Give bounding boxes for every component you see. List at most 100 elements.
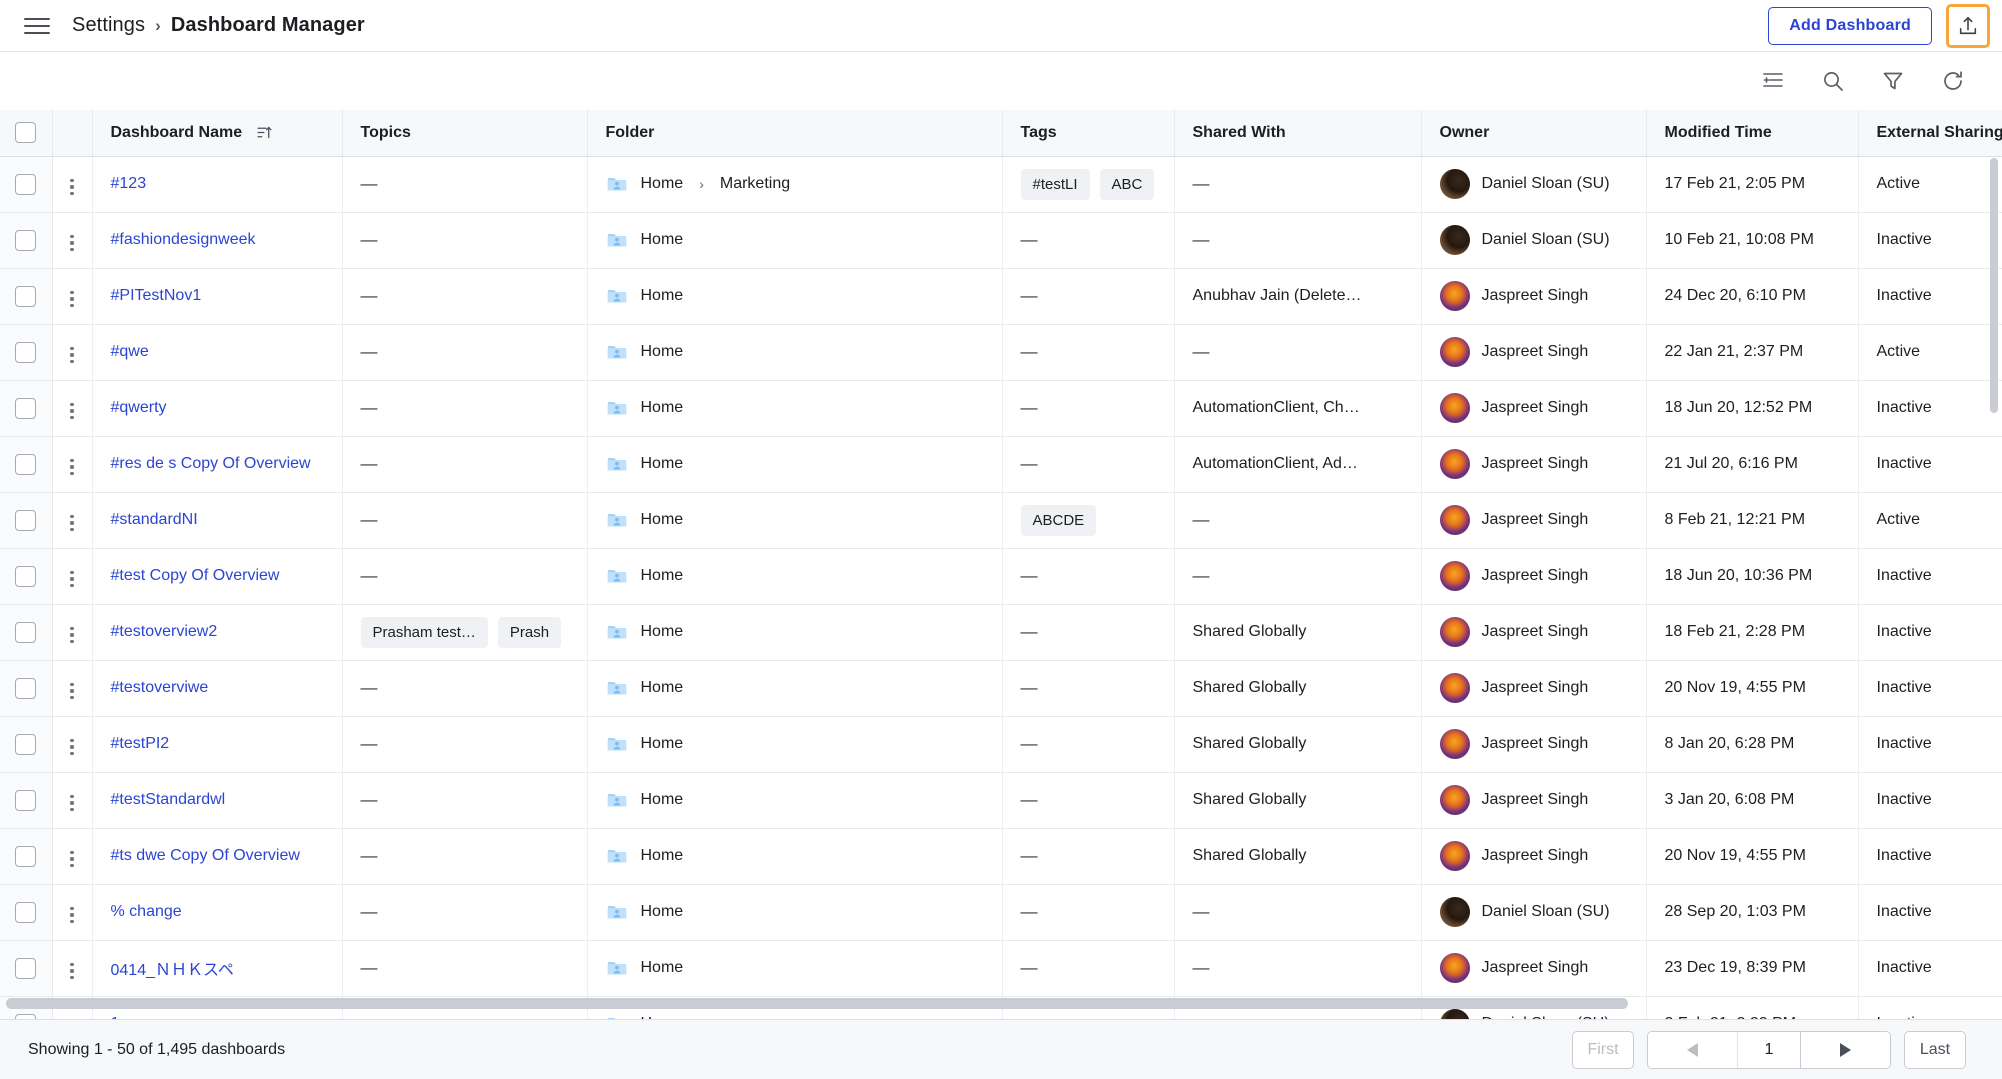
row-checkbox[interactable] (15, 901, 37, 923)
folder-path[interactable]: Home (606, 453, 984, 475)
folder-path[interactable]: Home (606, 341, 984, 363)
table-row[interactable]: #qwe — Home — — Jaspreet Singh 22 Jan 21, 2:3… (0, 324, 2002, 381)
row-menu-icon[interactable] (66, 399, 77, 423)
table-row[interactable]: #qwerty — Home — AutomationClient, Ch… Jaspr… (0, 380, 2002, 437)
filter-icon[interactable] (1880, 68, 1906, 94)
row-checkbox[interactable] (15, 733, 37, 755)
folder-path[interactable]: Home (606, 957, 984, 979)
dashboard-name-link[interactable]: #testPI2 (111, 735, 170, 752)
dashboard-name-link[interactable]: #qwerty (111, 399, 167, 416)
column-header-tags[interactable]: Tags (1002, 110, 1175, 157)
row-checkbox[interactable] (15, 341, 37, 363)
table-row[interactable]: #testoverviwe — Home — Shared Globally Jaspr… (0, 660, 2002, 717)
row-checkbox[interactable] (15, 565, 37, 587)
row-checkbox[interactable] (15, 173, 37, 195)
last-page-button[interactable]: Last (1904, 1030, 1966, 1069)
table-row[interactable]: #res de s Copy Of Overview — Home — Automat… (0, 436, 2002, 493)
column-header-folder[interactable]: Folder (587, 110, 1003, 157)
row-menu-icon[interactable] (66, 791, 77, 815)
table-row[interactable]: #testoverview2 Prasham test… Prash Home — Sh… (0, 604, 2002, 661)
dashboard-name-link[interactable]: #qwe (111, 343, 149, 360)
row-checkbox[interactable] (15, 789, 37, 811)
row-menu-icon[interactable] (66, 455, 77, 479)
horizontal-scrollbar-thumb[interactable] (6, 998, 1628, 1009)
table-row[interactable]: #ts dwe Copy Of Overview — Home — Shared Gl… (0, 828, 2002, 885)
table-row[interactable]: % change — Home — — Daniel Sloan (SU) 28 Sep … (0, 884, 2002, 941)
add-dashboard-button[interactable]: Add Dashboard (1768, 6, 1932, 45)
row-checkbox[interactable] (15, 621, 37, 643)
folder-path[interactable]: Home (606, 789, 984, 811)
first-page-button[interactable]: First (1572, 1030, 1634, 1069)
dashboard-name-link[interactable]: #testoverview2 (111, 623, 218, 640)
hamburger-menu-icon[interactable] (24, 13, 50, 39)
column-header-owner[interactable]: Owner (1421, 110, 1647, 157)
vertical-scrollbar-thumb[interactable] (1990, 158, 1998, 413)
sort-ascending-icon[interactable] (256, 124, 273, 141)
column-header-external-sharing[interactable]: External Sharing (1858, 110, 2002, 157)
folder-path[interactable]: Home (606, 901, 984, 923)
dashboard-name-link[interactable]: #123 (111, 175, 147, 192)
row-checkbox[interactable] (15, 509, 37, 531)
add-column-icon[interactable] (1760, 68, 1786, 94)
row-checkbox[interactable] (15, 397, 37, 419)
dashboard-name-link[interactable]: 0414_ＮＨＫスペ (111, 962, 234, 979)
folder-path[interactable]: Home › Marketing (606, 173, 984, 195)
row-checkbox[interactable] (15, 229, 37, 251)
row-checkbox[interactable] (15, 285, 37, 307)
folder-path[interactable]: Home (606, 229, 984, 251)
table-row[interactable]: #standardNI — Home ABCDE — Jaspreet Singh 8 F… (0, 492, 2002, 549)
row-menu-icon[interactable] (66, 287, 77, 311)
row-menu-icon[interactable] (66, 735, 77, 759)
refresh-icon[interactable] (1940, 68, 1966, 94)
table-row[interactable]: #PITestNov1 — Home — Anubhav Jain (Delete… J… (0, 268, 2002, 325)
row-menu-icon[interactable] (66, 511, 77, 535)
folder-path[interactable]: Home (606, 677, 984, 699)
folder-path[interactable]: Home (606, 397, 984, 419)
table-row[interactable]: #fashiondesignweek — Home — — Daniel Sloan (… (0, 212, 2002, 269)
column-header-dashboard-name[interactable]: Dashboard Name (92, 110, 343, 157)
folder-path[interactable]: Home (606, 845, 984, 867)
row-checkbox[interactable] (15, 677, 37, 699)
row-menu-icon[interactable] (66, 623, 77, 647)
row-checkbox[interactable] (15, 453, 37, 475)
dashboard-name-link[interactable]: #testStandardwl (111, 791, 226, 808)
folder-path[interactable]: Home (606, 565, 984, 587)
row-checkbox[interactable] (15, 845, 37, 867)
dashboard-name-link[interactable]: #testoverviwe (111, 679, 209, 696)
row-menu-icon[interactable] (66, 959, 77, 983)
next-page-button[interactable] (1800, 1031, 1890, 1068)
tag-chip[interactable]: ABC (1099, 168, 1155, 200)
folder-path[interactable]: Home (606, 285, 984, 307)
table-row[interactable]: #testStandardwl — Home — Shared Globally Jas… (0, 772, 2002, 829)
dashboard-name-link[interactable]: % change (111, 903, 182, 920)
table-row[interactable]: 0414_ＮＨＫスペ — Home — — Jaspreet Singh 23 Dec 1… (0, 940, 2002, 997)
column-header-shared-with[interactable]: Shared With (1174, 110, 1422, 157)
row-checkbox[interactable] (15, 957, 37, 979)
previous-page-button[interactable] (1648, 1031, 1738, 1068)
row-menu-icon[interactable] (66, 847, 77, 871)
current-page-number[interactable]: 1 (1738, 1031, 1800, 1068)
dashboard-name-link[interactable]: #PITestNov1 (111, 287, 202, 304)
folder-path[interactable]: Home (606, 733, 984, 755)
topic-chip[interactable]: Prasham test… (360, 616, 488, 648)
search-icon[interactable] (1820, 68, 1846, 94)
row-menu-icon[interactable] (66, 679, 77, 703)
select-all-checkbox[interactable] (15, 122, 37, 144)
table-row[interactable]: #123 — Home › Marketing #testLI ABC — Daniel Sl… (0, 156, 2002, 213)
breadcrumb-settings[interactable]: Settings (72, 14, 145, 37)
row-menu-icon[interactable] (66, 903, 77, 927)
row-menu-icon[interactable] (66, 343, 77, 367)
topic-chip[interactable]: Prash (497, 616, 562, 648)
dashboard-name-link[interactable]: #fashiondesignweek (111, 231, 256, 248)
dashboard-name-link[interactable]: #res de s Copy Of Overview (111, 455, 311, 472)
column-header-topics[interactable]: Topics (342, 110, 588, 157)
dashboard-name-link[interactable]: #standardNI (111, 511, 198, 528)
folder-path[interactable]: Home (606, 621, 984, 643)
row-menu-icon[interactable] (66, 175, 77, 199)
column-header-modified-time[interactable]: Modified Time (1646, 110, 1859, 157)
row-menu-icon[interactable] (66, 567, 77, 591)
row-menu-icon[interactable] (66, 231, 77, 255)
folder-path[interactable]: Home (606, 509, 984, 531)
table-row[interactable]: #testPI2 — Home — Shared Globally Jaspreet S… (0, 716, 2002, 773)
dashboard-name-link[interactable]: #ts dwe Copy Of Overview (111, 847, 300, 864)
